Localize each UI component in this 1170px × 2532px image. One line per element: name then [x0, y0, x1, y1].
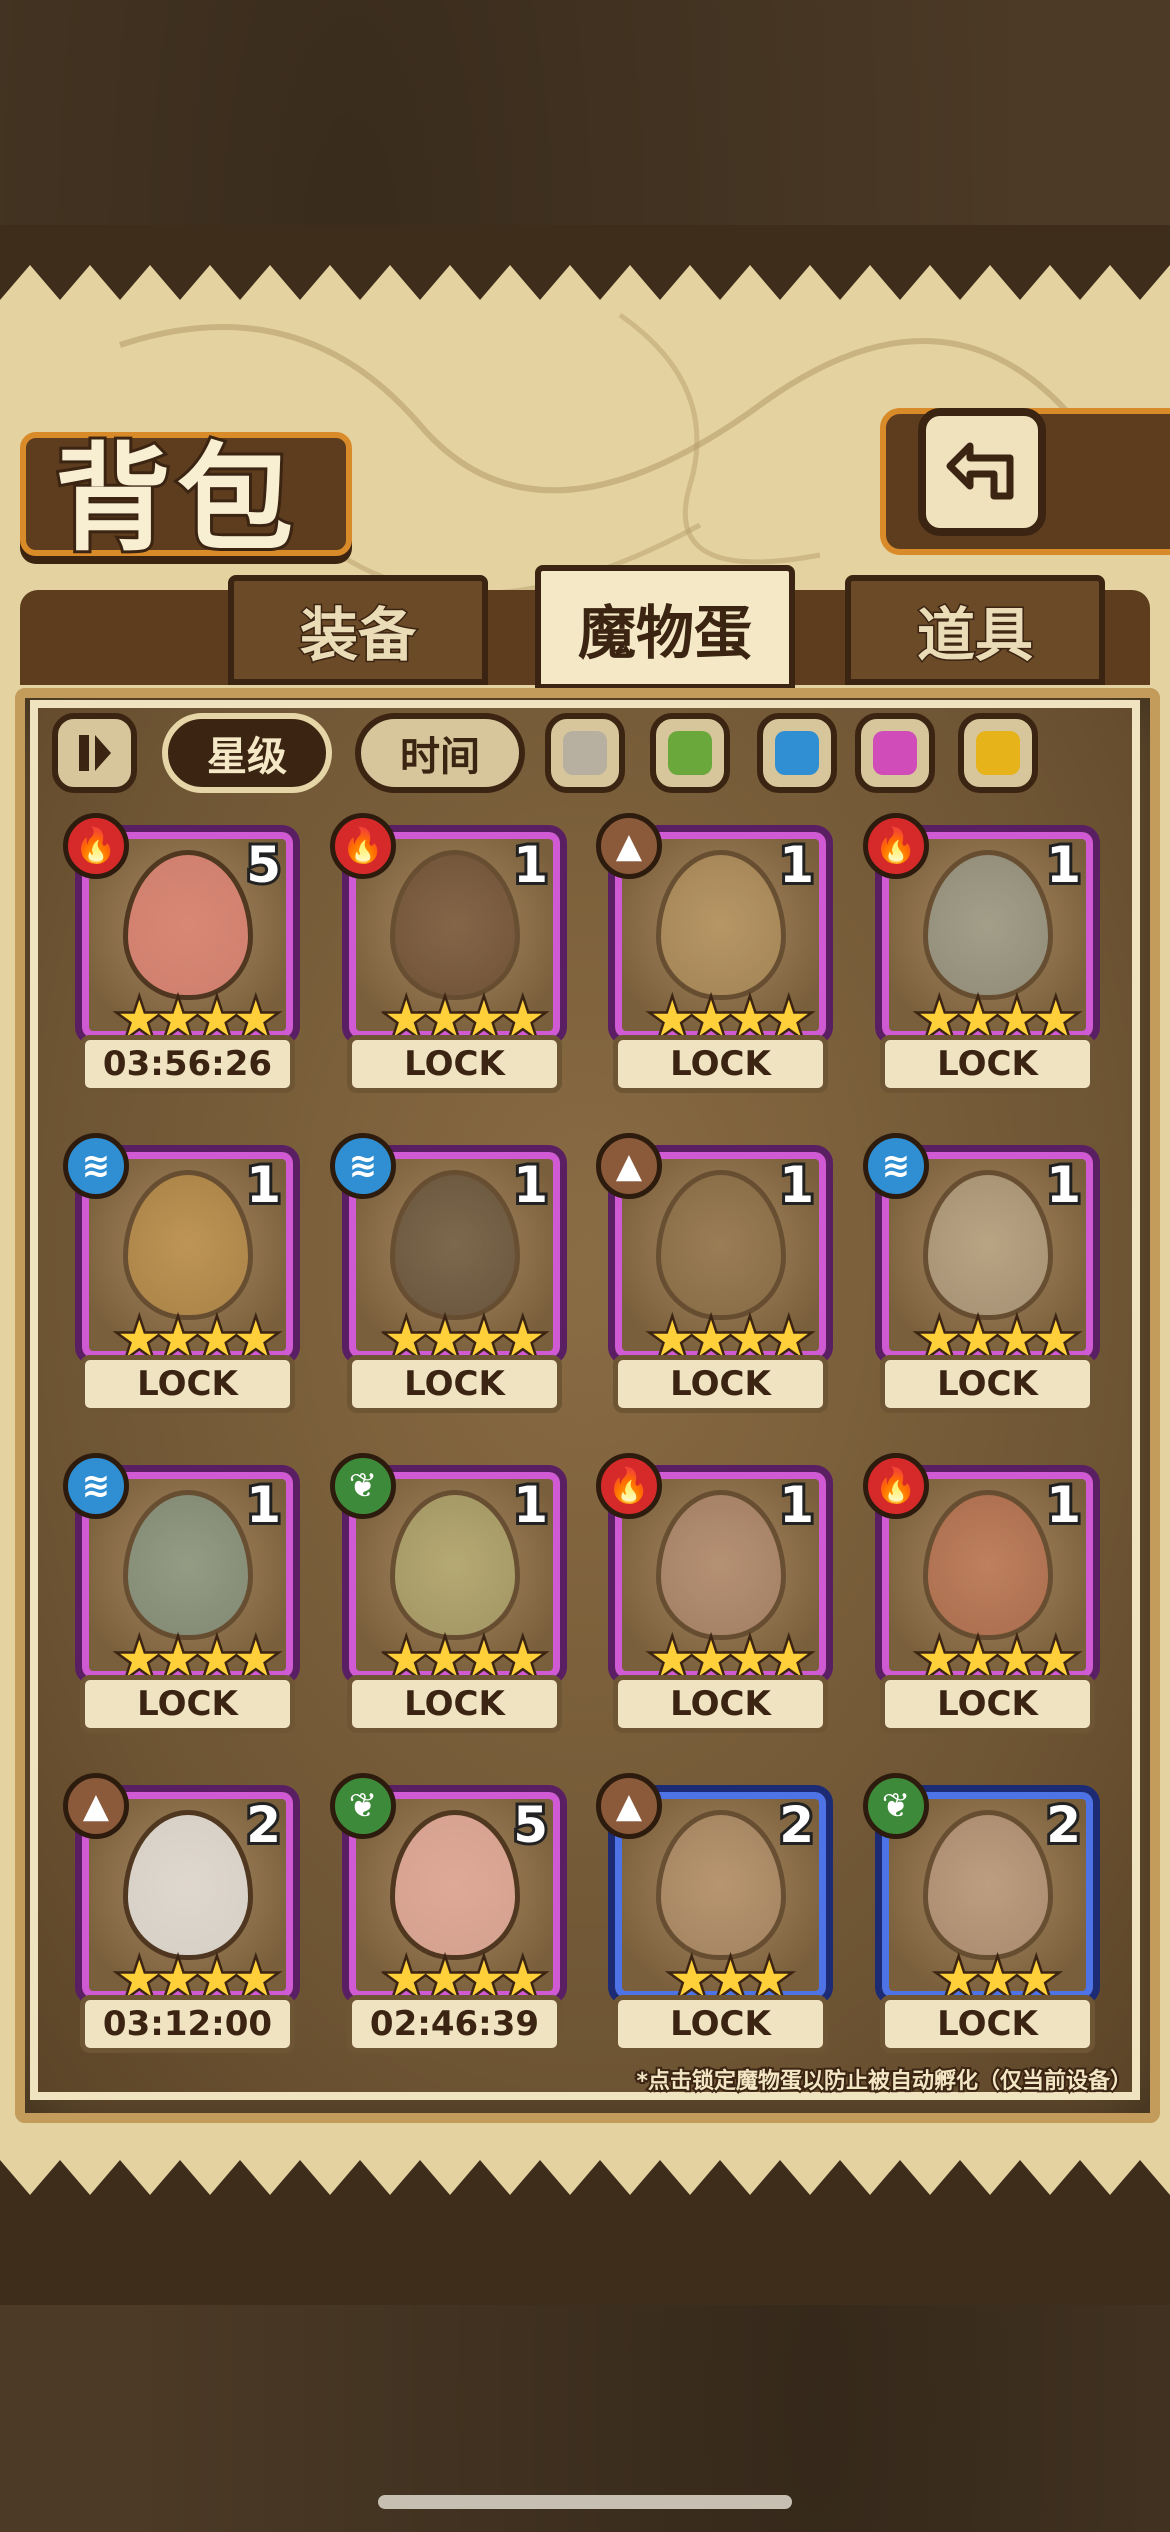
egg-card[interactable]: 1 ★★★★ ❦ LOCK — [330, 1453, 567, 1735]
egg-card[interactable]: 2 ★★★★ ▲ 03:12:00 — [63, 1773, 300, 2055]
fire-element-icon: 🔥 — [63, 813, 129, 879]
egg-count: 1 — [243, 1473, 284, 1537]
nature-element-icon: ❦ — [330, 1453, 396, 1519]
egg-count: 1 — [1043, 1473, 1084, 1537]
egg-count: 2 — [776, 1793, 817, 1857]
monster-egg-image — [655, 1809, 786, 1960]
egg-card[interactable]: 1 ★★★★ ≋ LOCK — [330, 1133, 567, 1415]
egg-card[interactable]: 1 ★★★★ ≋ LOCK — [863, 1133, 1100, 1415]
nature-element-icon: ❦ — [330, 1773, 396, 1839]
water-element-icon: ≋ — [63, 1133, 129, 1199]
return-arrow-icon — [946, 442, 1014, 500]
lock-button[interactable]: LOCK — [80, 1675, 295, 1733]
lock-button[interactable]: LOCK — [880, 1035, 1095, 1093]
tab-items[interactable]: 道具 — [845, 575, 1105, 685]
monster-egg-image — [922, 1809, 1053, 1960]
egg-card[interactable]: 5 ★★★★ 🔥 03:56:26 — [63, 813, 300, 1095]
tab-equipment[interactable]: 装备 — [228, 575, 488, 685]
fire-element-icon: 🔥 — [863, 813, 929, 879]
monster-egg-image — [389, 1809, 520, 1960]
hatch-timer: 03:12:00 — [80, 1995, 295, 2053]
sort-by-stars-button[interactable]: 星级 — [162, 713, 332, 793]
egg-card[interactable]: 5 ★★★★ ❦ 02:46:39 — [330, 1773, 567, 2055]
hatch-timer: 03:56:26 — [80, 1035, 295, 1093]
pause-sort-icon — [78, 735, 111, 771]
hatch-timer: 02:46:39 — [347, 1995, 562, 2053]
egg-card[interactable]: 2 ★★★ ▲ LOCK — [596, 1773, 833, 2055]
egg-count: 2 — [243, 1793, 284, 1857]
lock-button[interactable]: LOCK — [613, 1675, 828, 1733]
earth-element-icon: ▲ — [596, 813, 662, 879]
filter-green-button[interactable] — [650, 713, 730, 793]
lock-button[interactable]: LOCK — [880, 1995, 1095, 2053]
filter-pink-button[interactable] — [855, 713, 935, 793]
monster-egg-image — [389, 1169, 520, 1320]
egg-card[interactable]: 1 ★★★★ ▲ LOCK — [596, 1133, 833, 1415]
egg-count: 1 — [243, 1153, 284, 1217]
egg-count: 5 — [243, 833, 284, 897]
fire-element-icon: 🔥 — [596, 1453, 662, 1519]
lock-button[interactable]: LOCK — [347, 1355, 562, 1413]
lock-button[interactable]: LOCK — [80, 1355, 295, 1413]
egg-count: 1 — [776, 1153, 817, 1217]
monster-egg-image — [655, 1489, 786, 1640]
egg-card[interactable]: 1 ★★★★ 🔥 LOCK — [863, 813, 1100, 1095]
monster-egg-image — [389, 849, 520, 1000]
monster-egg-image — [922, 1169, 1053, 1320]
page-title: 背包 — [52, 428, 299, 570]
nature-element-icon: ❦ — [863, 1773, 929, 1839]
earth-element-icon: ▲ — [596, 1773, 662, 1839]
lock-button[interactable]: LOCK — [880, 1675, 1095, 1733]
water-element-icon: ≋ — [63, 1453, 129, 1519]
sort-by-time-button[interactable]: 时间 — [355, 713, 525, 793]
egg-card[interactable]: 1 ★★★★ ≋ LOCK — [63, 1133, 300, 1415]
lock-button[interactable]: LOCK — [613, 1035, 828, 1093]
fire-element-icon: 🔥 — [330, 813, 396, 879]
monster-egg-image — [655, 1169, 786, 1320]
egg-count: 1 — [510, 833, 551, 897]
monster-egg-image — [122, 1809, 253, 1960]
monster-egg-image — [655, 849, 786, 1000]
earth-element-icon: ▲ — [596, 1133, 662, 1199]
egg-count: 5 — [510, 1793, 551, 1857]
water-element-icon: ≋ — [863, 1133, 929, 1199]
egg-card[interactable]: 1 ★★★★ ≋ LOCK — [63, 1453, 300, 1735]
egg-count: 1 — [510, 1153, 551, 1217]
monster-egg-image — [122, 1489, 253, 1640]
monster-egg-image — [122, 1169, 253, 1320]
fire-element-icon: 🔥 — [863, 1453, 929, 1519]
lock-button[interactable]: LOCK — [347, 1035, 562, 1093]
filter-blue-button[interactable] — [757, 713, 837, 793]
egg-card[interactable]: 1 ★★★★ 🔥 LOCK — [330, 813, 567, 1095]
home-indicator[interactable] — [378, 2495, 792, 2509]
egg-card[interactable]: 1 ★★★★ 🔥 LOCK — [596, 1453, 833, 1735]
egg-card[interactable]: 2 ★★★ ❦ LOCK — [863, 1773, 1100, 2055]
lock-button[interactable]: LOCK — [880, 1355, 1095, 1413]
tab-monster-eggs[interactable]: 魔物蛋 — [535, 565, 795, 690]
egg-count: 1 — [776, 1473, 817, 1537]
back-button[interactable] — [918, 408, 1046, 536]
egg-card[interactable]: 1 ★★★★ ▲ LOCK — [596, 813, 833, 1095]
monster-egg-image — [122, 849, 253, 1000]
water-element-icon: ≋ — [330, 1133, 396, 1199]
egg-card[interactable]: 1 ★★★★ 🔥 LOCK — [863, 1453, 1100, 1735]
monster-egg-image — [389, 1489, 520, 1640]
lock-hint-text: *点击锁定魔物蛋以防止被自动孵化（仅当前设备） — [634, 2067, 1134, 2096]
filter-yellow-button[interactable] — [958, 713, 1038, 793]
filter-gray-button[interactable] — [545, 713, 625, 793]
egg-count: 2 — [1043, 1793, 1084, 1857]
egg-count: 1 — [510, 1473, 551, 1537]
egg-count: 1 — [1043, 833, 1084, 897]
egg-count: 1 — [1043, 1153, 1084, 1217]
lock-button[interactable]: LOCK — [613, 1995, 828, 2053]
lock-button[interactable]: LOCK — [347, 1675, 562, 1733]
monster-egg-image — [922, 1489, 1053, 1640]
lock-button[interactable]: LOCK — [613, 1355, 828, 1413]
egg-count: 1 — [776, 833, 817, 897]
earth-element-icon: ▲ — [63, 1773, 129, 1839]
sort-order-button[interactable] — [52, 713, 137, 793]
monster-egg-image — [922, 849, 1053, 1000]
